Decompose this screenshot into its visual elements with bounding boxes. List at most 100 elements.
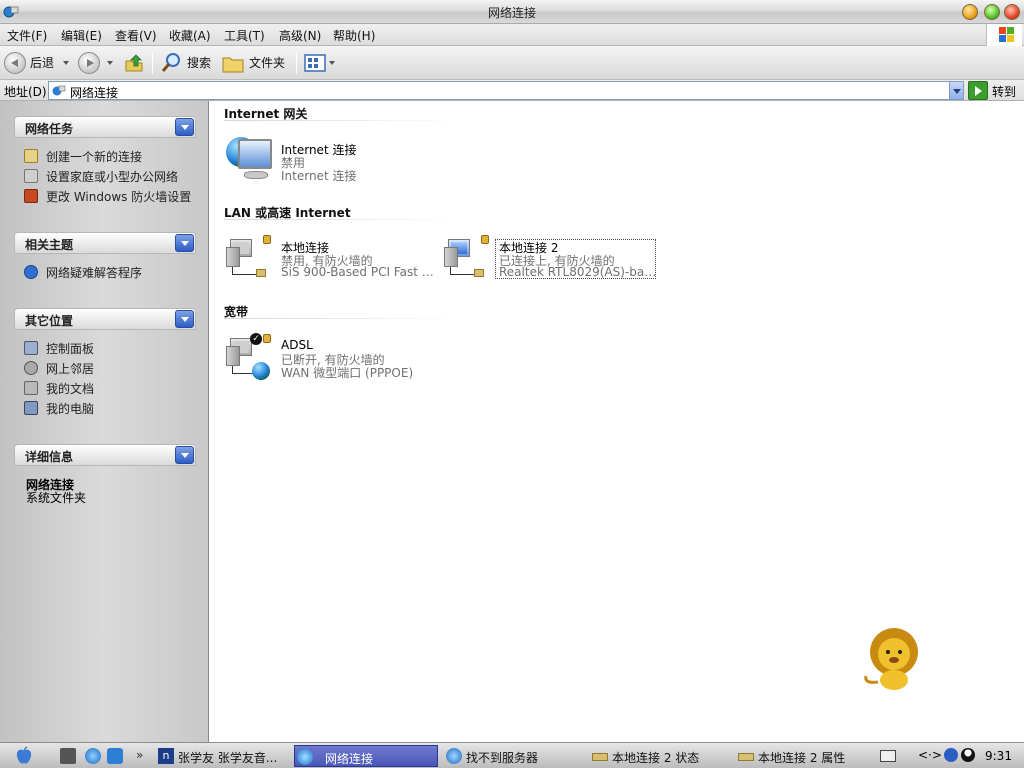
show-desktop-icon[interactable] — [60, 748, 76, 764]
connection-internet[interactable]: Internet 连接 禁用 Internet 连接 — [226, 137, 446, 187]
menu-bar: 文件(F) 编辑(E) 查看(V) 收藏(A) 工具(T) 高级(N) 帮助(H… — [0, 24, 1024, 46]
qq-penguin-icon[interactable] — [961, 748, 975, 762]
my-computer-icon — [24, 401, 38, 415]
address-bar: 地址(D) 网络连接 转到 — [0, 80, 1024, 101]
maximize-button[interactable] — [984, 4, 1000, 20]
task-label: 更改 Windows 防火墙设置 — [46, 190, 192, 204]
taskbar-button-network[interactable]: 网络连接 — [294, 745, 438, 767]
collapse-chevron-icon[interactable] — [175, 446, 194, 464]
taskbar-button-status[interactable]: 本地连接 2 状态 — [590, 745, 734, 767]
search-button[interactable]: 搜索 — [187, 54, 211, 71]
taskbar-label: 找不到服务器 — [466, 751, 539, 765]
group-divider — [224, 219, 464, 220]
home-network-icon — [24, 169, 38, 183]
more-chevron-icon[interactable]: » — [136, 748, 143, 762]
apple-start-icon[interactable] — [14, 746, 34, 766]
my-documents-icon — [24, 381, 38, 395]
connection-local-area-2[interactable]: 本地连接 2 已连接上, 有防火墙的 Realtek RTL8029(AS)-b… — [444, 235, 664, 285]
messenger-icon[interactable] — [944, 748, 958, 762]
address-dropdown-icon[interactable] — [949, 82, 963, 99]
forward-arrow-icon[interactable] — [78, 52, 100, 74]
toolbar: 后退 搜索 文件夹 — [0, 46, 1024, 80]
connection-device: Internet 连接 — [281, 169, 357, 183]
windows-logo-icon — [986, 24, 1022, 46]
group-divider — [224, 318, 464, 319]
related-topics-header[interactable]: 相关主题 — [14, 232, 196, 254]
info-icon — [24, 265, 38, 279]
clock: 9:31 — [985, 749, 1012, 763]
lan-connection-icon — [226, 235, 271, 281]
collapse-chevron-icon[interactable] — [175, 234, 194, 252]
panel-title: 网络任务 — [25, 122, 74, 136]
connection-name: ADSL — [281, 338, 313, 352]
back-arrow-icon[interactable] — [4, 52, 26, 74]
network-places-icon — [24, 361, 38, 375]
group-divider — [224, 120, 464, 121]
back-button[interactable]: 后退 — [30, 54, 54, 71]
task-label: 设置家庭或小型办公网络 — [46, 170, 179, 184]
network-plug-icon — [738, 753, 754, 761]
firewall-icon — [24, 189, 38, 203]
forward-dropdown-icon[interactable] — [107, 61, 113, 65]
control-panel-icon — [24, 341, 38, 355]
taskbar-button-properties[interactable]: 本地连接 2 属性 — [736, 745, 876, 767]
quicklaunch-app-icon[interactable] — [107, 748, 123, 764]
ie-icon[interactable] — [85, 748, 101, 764]
menu-advanced[interactable]: 高级(N) — [279, 27, 321, 44]
task-pane: 网络任务 创建一个新的连接 设置家庭或小型办公网络 更改 Windows 防火墙… — [0, 101, 209, 742]
views-dropdown-icon[interactable] — [329, 61, 335, 65]
menu-view[interactable]: 查看(V) — [115, 27, 157, 44]
internet-gateway-icon — [226, 137, 276, 185]
network-connections-icon — [297, 749, 313, 765]
network-tasks-header[interactable]: 网络任务 — [14, 116, 196, 138]
place-label: 我的文档 — [46, 382, 95, 396]
taskbar-button-ie[interactable]: 找不到服务器 — [444, 745, 588, 767]
ie-icon — [446, 748, 462, 764]
views-icon[interactable] — [304, 54, 326, 72]
back-dropdown-icon[interactable] — [63, 61, 69, 65]
title-bar[interactable]: 网络连接 — [0, 0, 1024, 24]
new-connection-icon — [24, 149, 38, 163]
up-folder-icon[interactable] — [124, 53, 144, 73]
window-title: 网络连接 — [487, 6, 536, 20]
panel-title: 相关主题 — [25, 238, 74, 252]
toolbar-separator — [152, 52, 153, 74]
connection-device: WAN 微型端口 (PPPOE) — [281, 366, 414, 380]
menu-help[interactable]: 帮助(H) — [333, 27, 375, 44]
address-value: 网络连接 — [70, 86, 119, 100]
details-header[interactable]: 详细信息 — [14, 444, 196, 466]
folders-icon[interactable] — [222, 53, 244, 73]
firewall-lock-icon — [263, 235, 271, 244]
menu-file[interactable]: 文件(F) — [7, 27, 47, 44]
taskbar-button-music[interactable]: n 张学友 张学友音... — [156, 745, 292, 767]
minimize-button[interactable] — [962, 4, 978, 20]
address-input[interactable]: 网络连接 — [48, 81, 964, 100]
lan-connection-icon — [444, 235, 489, 281]
keyboard-icon[interactable] — [880, 750, 896, 762]
close-button[interactable] — [1004, 4, 1020, 20]
taskbar-label: 网络连接 — [325, 752, 374, 766]
connection-adsl[interactable]: ✓ ADSL 已断开, 有防火墙的 WAN 微型端口 (PPPOE) — [226, 333, 446, 384]
go-arrow-icon[interactable] — [968, 81, 988, 100]
task-label: 网络疑难解答程序 — [46, 266, 143, 280]
connection-local-area[interactable]: 本地连接 禁用, 有防火墙的 SiS 900-Based PCI Fast Et… — [226, 235, 446, 285]
taskbar: » n 张学友 张学友音... 网络连接 找不到服务器 本地连接 2 状态 本地… — [0, 742, 1024, 768]
lion-mascot-icon — [864, 628, 918, 690]
go-button[interactable]: 转到 — [992, 83, 1016, 100]
player-icon: n — [158, 748, 174, 764]
network-connections-icon — [52, 85, 66, 96]
connection-device: Realtek RTL8029(AS)-based E... — [499, 265, 659, 279]
menu-tools[interactable]: 工具(T) — [224, 27, 265, 44]
collapse-chevron-icon[interactable] — [175, 118, 194, 136]
place-label: 我的电脑 — [46, 402, 95, 416]
collapse-chevron-icon[interactable] — [175, 310, 194, 328]
other-places-header[interactable]: 其它位置 — [14, 308, 196, 330]
broadband-connection-icon: ✓ — [226, 333, 271, 380]
network-tray-icon[interactable]: <·> — [918, 748, 942, 762]
panel-title: 其它位置 — [25, 314, 74, 328]
menu-edit[interactable]: 编辑(E) — [61, 27, 102, 44]
folders-button[interactable]: 文件夹 — [249, 54, 285, 71]
menu-favorites[interactable]: 收藏(A) — [169, 27, 211, 44]
search-icon[interactable] — [160, 52, 182, 74]
firewall-lock-icon — [481, 235, 489, 244]
